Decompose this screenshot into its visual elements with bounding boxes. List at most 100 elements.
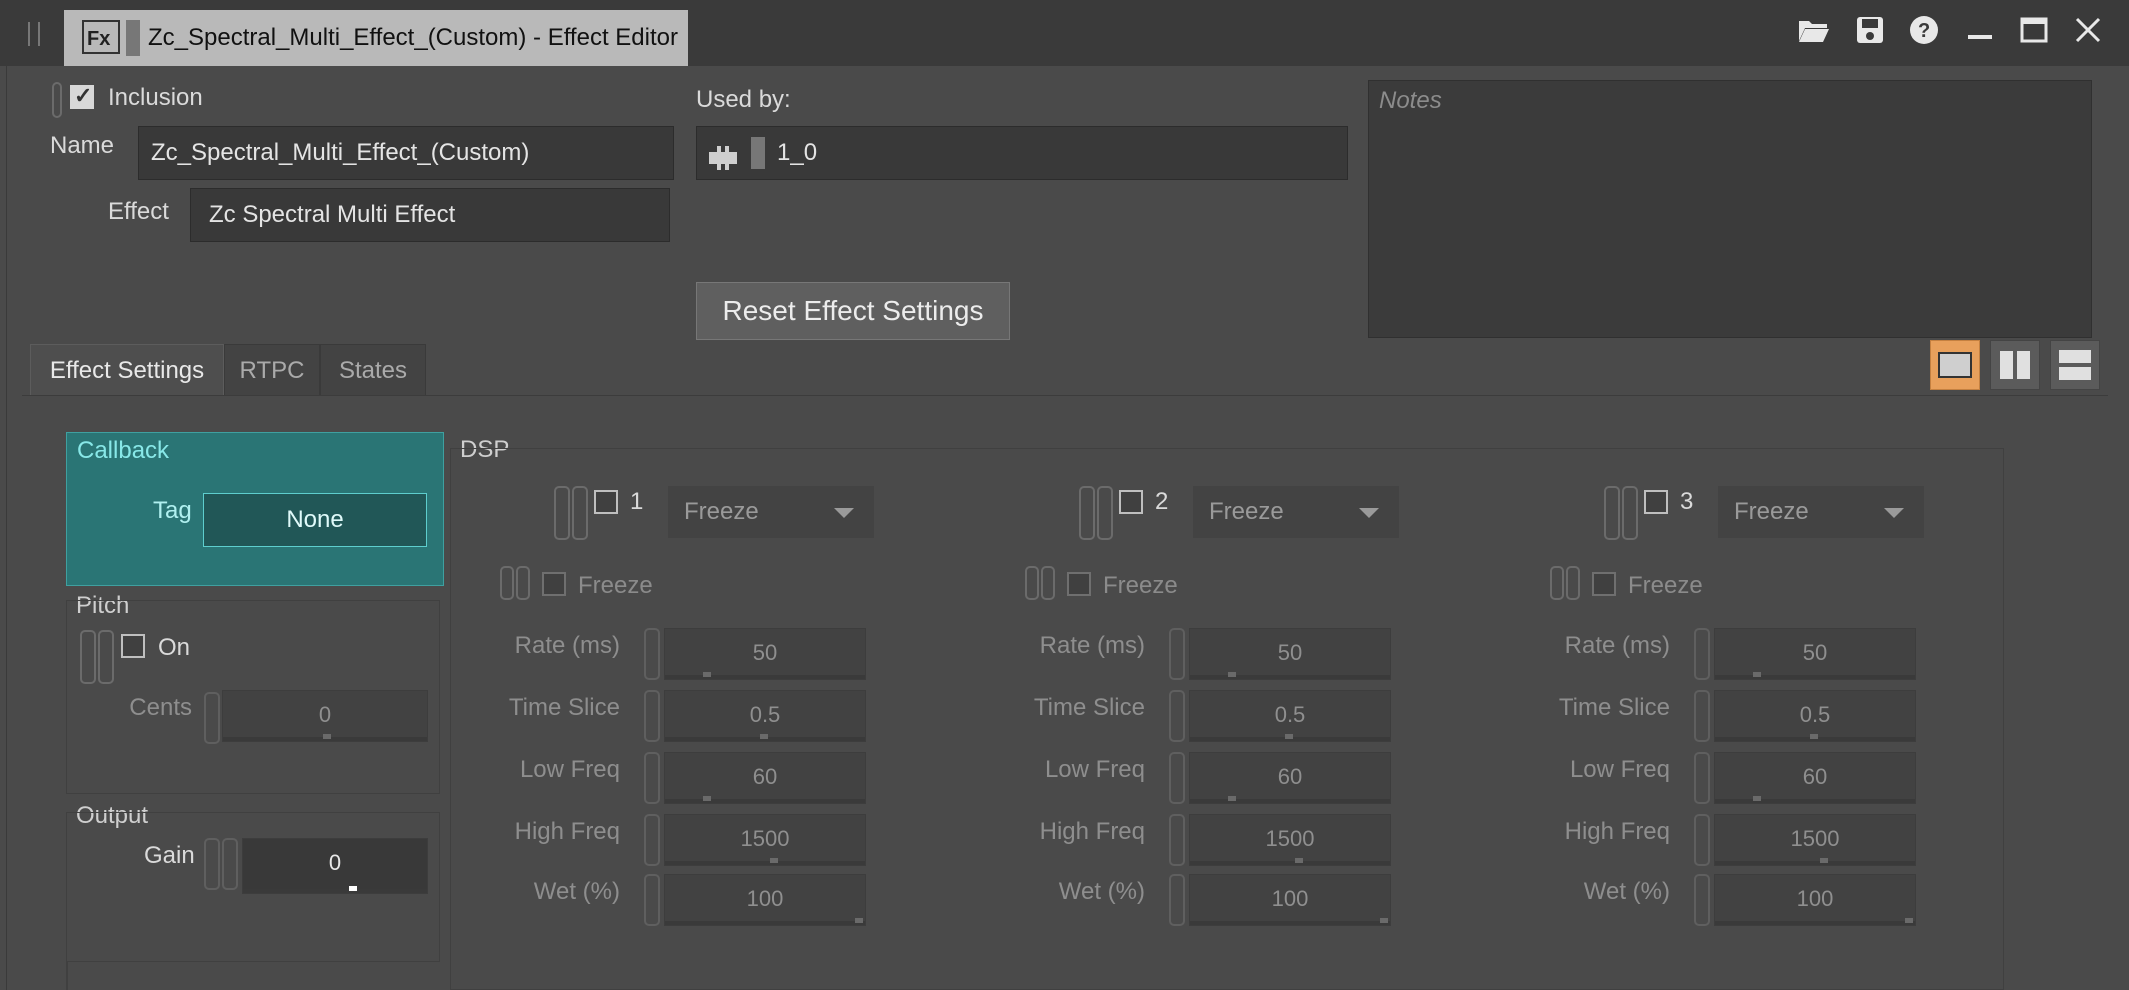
tab-effect-settings[interactable]: Effect Settings <box>30 344 224 396</box>
close-icon[interactable] <box>2068 14 2108 54</box>
drag-grip-icon[interactable] <box>28 22 40 46</box>
gain-field[interactable]: 0 <box>242 838 428 894</box>
param-label: Low Freq <box>1569 756 1670 783</box>
two-columns-icon[interactable] <box>1990 340 2040 390</box>
param-link-icon[interactable] <box>1694 752 1710 804</box>
pitch-link-icon[interactable] <box>80 630 96 684</box>
param-value: 50 <box>1277 640 1303 665</box>
slot-enable-checkbox[interactable] <box>1644 490 1668 514</box>
freeze-link-icon[interactable] <box>1025 566 1039 600</box>
param-field[interactable]: 1500 <box>664 814 866 866</box>
param-field[interactable]: 60 <box>664 752 866 804</box>
param-indicator <box>1228 796 1236 801</box>
param-indicator <box>855 918 863 923</box>
param-label: High Freq <box>1564 818 1670 845</box>
gain-link-icon[interactable] <box>204 838 220 890</box>
param-link-icon[interactable] <box>1694 814 1710 866</box>
reset-effect-settings-button[interactable]: Reset Effect Settings <box>696 282 1010 340</box>
param-indicator <box>703 796 711 801</box>
param-link-icon[interactable] <box>644 690 660 742</box>
param-link-icon[interactable] <box>1169 752 1185 804</box>
help-icon[interactable]: ? <box>1904 14 1944 54</box>
slot-mode-dropdown[interactable]: Freeze <box>1718 486 1924 538</box>
slot-link-icon[interactable] <box>1604 486 1620 540</box>
param-field[interactable]: 50 <box>664 628 866 680</box>
folder-open-icon[interactable] <box>1794 14 1834 54</box>
tag-button[interactable]: None <box>203 493 427 547</box>
slot-enable-checkbox[interactable] <box>594 490 618 514</box>
param-field[interactable]: 1500 <box>1189 814 1391 866</box>
tab-states[interactable]: States <box>320 344 426 396</box>
slot-link-icon[interactable] <box>554 486 570 540</box>
inclusion-link-icon[interactable] <box>52 82 62 118</box>
cents-link-icon[interactable] <box>204 692 220 744</box>
param-label: Wet (%) <box>1583 878 1670 905</box>
save-icon[interactable] <box>1850 14 1890 54</box>
param-label: Rate (ms) <box>514 632 620 659</box>
param-link-icon[interactable] <box>1694 690 1710 742</box>
param-label: Wet (%) <box>1058 878 1145 905</box>
effect-field[interactable]: Zc Spectral Multi Effect <box>190 188 670 242</box>
freeze-link-icon[interactable] <box>1550 566 1564 600</box>
slot-mode-dropdown[interactable]: Freeze <box>1193 486 1399 538</box>
freeze-link-icon-2[interactable] <box>1566 566 1580 600</box>
param-track <box>1715 675 1915 679</box>
used-by-field[interactable]: 1_0 <box>696 126 1348 180</box>
param-field[interactable]: 60 <box>1189 752 1391 804</box>
freeze-checkbox[interactable] <box>542 572 566 596</box>
param-field[interactable]: 100 <box>664 874 866 926</box>
slot-link-icon-2[interactable] <box>1097 486 1113 540</box>
param-link-icon[interactable] <box>1169 628 1185 680</box>
freeze-checkbox[interactable] <box>1067 572 1091 596</box>
single-pane-icon[interactable] <box>1930 340 1980 390</box>
freeze-link-icon[interactable] <box>500 566 514 600</box>
param-indicator <box>1380 918 1388 923</box>
gain-label: Gain <box>144 842 195 869</box>
gain-link-icon-2[interactable] <box>222 838 238 890</box>
param-field[interactable]: 0.5 <box>1189 690 1391 742</box>
param-link-icon[interactable] <box>644 752 660 804</box>
param-link-icon[interactable] <box>1169 690 1185 742</box>
slot-mode-dropdown[interactable]: Freeze <box>668 486 874 538</box>
param-link-icon[interactable] <box>644 628 660 680</box>
param-field[interactable]: 0.5 <box>1714 690 1916 742</box>
inclusion-checkbox[interactable] <box>70 83 94 109</box>
tab-rtpc[interactable]: RTPC <box>224 344 320 396</box>
param-label: Time Slice <box>1033 694 1145 721</box>
param-link-icon[interactable] <box>1169 814 1185 866</box>
window-title: Zc_Spectral_Multi_Effect_(Custom) - Effe… <box>148 24 678 51</box>
param-link-icon[interactable] <box>644 874 660 926</box>
minimize-icon[interactable] <box>1960 14 2000 54</box>
param-link-icon[interactable] <box>1694 628 1710 680</box>
param-link-icon[interactable] <box>1169 874 1185 926</box>
slot-link-icon[interactable] <box>1079 486 1095 540</box>
param-field[interactable]: 1500 <box>1714 814 1916 866</box>
name-field[interactable]: Zc_Spectral_Multi_Effect_(Custom) <box>138 126 674 180</box>
param-field[interactable]: 50 <box>1189 628 1391 680</box>
pitch-link-icon-2[interactable] <box>98 630 114 684</box>
slot-link-icon-2[interactable] <box>1622 486 1638 540</box>
window-tab[interactable]: Fx Zc_Spectral_Multi_Effect_(Custom) - E… <box>64 10 688 66</box>
param-field[interactable]: 100 <box>1189 874 1391 926</box>
pitch-on-checkbox[interactable] <box>121 634 145 658</box>
param-field[interactable]: 100 <box>1714 874 1916 926</box>
svg-text:?: ? <box>1918 20 1930 42</box>
param-label: Low Freq <box>1044 756 1145 783</box>
param-link-icon[interactable] <box>644 814 660 866</box>
param-field[interactable]: 60 <box>1714 752 1916 804</box>
param-field[interactable]: 50 <box>1714 628 1916 680</box>
param-label: High Freq <box>514 818 620 845</box>
param-track <box>665 861 865 865</box>
two-rows-icon[interactable] <box>2050 340 2100 390</box>
cents-field[interactable]: 0 <box>222 690 428 742</box>
slot-enable-checkbox[interactable] <box>1119 490 1143 514</box>
freeze-checkbox[interactable] <box>1592 572 1616 596</box>
freeze-link-icon-2[interactable] <box>516 566 530 600</box>
param-field[interactable]: 0.5 <box>664 690 866 742</box>
slot-link-icon-2[interactable] <box>572 486 588 540</box>
notes-textarea[interactable]: Notes <box>1368 80 2092 338</box>
maximize-icon[interactable] <box>2014 14 2054 54</box>
param-indicator <box>703 672 711 677</box>
param-link-icon[interactable] <box>1694 874 1710 926</box>
freeze-link-icon-2[interactable] <box>1041 566 1055 600</box>
